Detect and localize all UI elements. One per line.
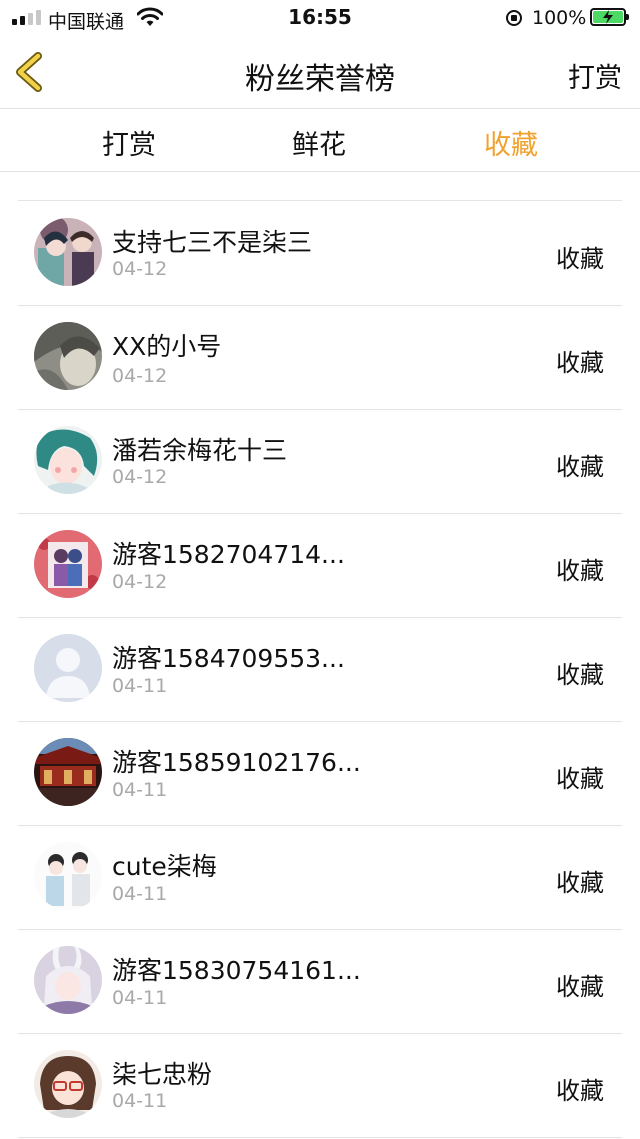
page-title: 粉丝荣誉榜 [245,62,395,97]
reward-button[interactable]: 打赏 [568,56,622,95]
action-label: 收藏 [556,1077,604,1105]
action-label: 收藏 [556,349,604,377]
list-item[interactable]: 潘若余梅花十三 04-12 收藏 [18,409,622,514]
list-item[interactable]: 游客1584709553... 04-11 收藏 [18,617,622,722]
action-label: 收藏 [556,973,604,1001]
user-date: 04-11 [112,675,168,697]
user-date: 04-12 [112,365,168,387]
avatar [34,426,102,494]
navigation-bar: 粉丝荣誉榜 打赏 [0,36,640,109]
tab-favorites[interactable]: 收藏 [484,123,538,162]
action-label: 收藏 [556,245,604,273]
action-label: 收藏 [556,661,604,689]
battery-percent: 100% [532,7,587,29]
user-name: 支持七三不是柒三 [112,228,313,257]
list-item-partial[interactable] [18,172,622,201]
tab-bar: 打赏 鲜花 收藏 [0,109,640,172]
list-item[interactable]: cute柒梅 04-11 收藏 [18,825,622,930]
user-date: 04-11 [112,1090,168,1112]
user-name: 游客15859102176... [112,748,361,777]
list-item[interactable]: XX的小号 04-12 收藏 [18,305,622,410]
battery-charging-icon [590,8,629,26]
avatar [34,218,102,286]
avatar [34,946,102,1014]
user-date: 04-11 [112,779,168,801]
action-label: 收藏 [556,557,604,585]
action-label: 收藏 [556,869,604,897]
user-name: 游客1582704714... [112,540,345,569]
user-name: 潘若余梅花十三 [112,436,288,465]
user-date: 04-12 [112,258,168,280]
user-date: 04-12 [112,571,168,593]
user-name: 游客1584709553... [112,644,345,673]
default-user-avatar [34,634,102,702]
user-date: 04-11 [112,883,168,905]
list-item[interactable]: 柒七忠粉 04-11 收藏 [18,1033,622,1138]
list-item[interactable]: 游客15859102176... 04-11 收藏 [18,721,622,826]
avatar [34,842,102,910]
avatar [34,1050,102,1118]
user-name: 游客15830754161... [112,956,361,985]
avatar [34,322,102,390]
fan-list: 支持七三不是柒三 04-12 收藏 XX的小号 04-12 收藏 潘若余梅花十三… [0,172,640,1139]
status-bar: 中国联通 16:55 100% [0,0,640,36]
action-label: 收藏 [556,453,604,481]
list-item[interactable]: 支持七三不是柒三 04-12 收藏 [18,201,622,306]
user-date: 04-12 [112,466,168,488]
tab-reward[interactable]: 打赏 [102,123,156,162]
user-name: cute柒梅 [112,852,217,881]
list-item[interactable]: 游客15830754161... 04-11 收藏 [18,929,622,1034]
user-name: XX的小号 [112,332,222,361]
user-date: 04-11 [112,987,168,1009]
avatar [34,530,102,598]
action-label: 收藏 [556,765,604,793]
list-item[interactable]: 游客1582704714... 04-12 收藏 [18,513,622,618]
user-name: 柒七忠粉 [112,1060,213,1089]
avatar [34,738,102,806]
orientation-lock-icon [506,10,522,26]
tab-flowers[interactable]: 鲜花 [292,123,346,162]
